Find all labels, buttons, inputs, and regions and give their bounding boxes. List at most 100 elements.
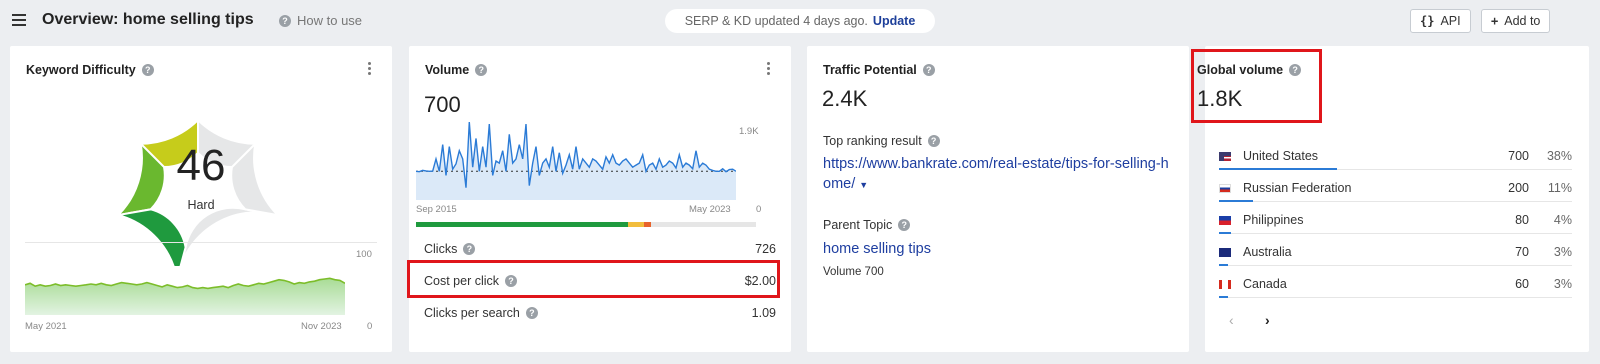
how-to-use-link[interactable]: ? How to use: [279, 13, 362, 28]
top-header: Overview: home selling tips ? How to use…: [0, 0, 1600, 44]
au-flag-icon: [1219, 248, 1231, 257]
country-volume: 200: [1508, 181, 1529, 195]
country-share-bar: [1219, 200, 1253, 202]
cpc-label: Cost per click: [424, 274, 500, 288]
divider: [1219, 297, 1572, 298]
code-braces-icon: {}: [1420, 14, 1435, 28]
help-icon[interactable]: ?: [525, 307, 538, 319]
add-to-button[interactable]: + Add to: [1481, 9, 1551, 33]
country-share: 11%: [1547, 181, 1572, 195]
help-icon[interactable]: ?: [927, 135, 940, 147]
country-name: Philippines: [1243, 213, 1304, 227]
cps-row: Clicks per search? 1.09: [424, 306, 776, 320]
country-name: Russian Federation: [1243, 181, 1352, 195]
volume-title: Volume ?: [425, 63, 488, 77]
global-title: Global volume ?: [1197, 63, 1302, 77]
country-share-bar: [1219, 264, 1228, 266]
api-button[interactable]: {} API: [1410, 9, 1471, 33]
help-icon[interactable]: ?: [505, 275, 518, 287]
kd-trend-start: May 2021: [25, 321, 67, 332]
api-label: API: [1440, 14, 1461, 28]
clicks-label: Clicks: [424, 242, 458, 256]
help-icon[interactable]: ?: [922, 64, 935, 76]
more-options-icon[interactable]: [767, 62, 771, 77]
help-icon: ?: [279, 14, 291, 27]
parent-topic-heading: Parent Topic ?: [823, 218, 911, 232]
intent-bar-segment: [416, 222, 628, 227]
clicks-row: Clicks? 726: [424, 242, 776, 256]
more-options-icon[interactable]: [368, 62, 372, 77]
help-icon[interactable]: ?: [463, 243, 476, 255]
divider: [1219, 265, 1572, 266]
serp-status-text: SERP & KD updated 4 days ago.: [684, 14, 868, 28]
country-share: 3%: [1553, 245, 1572, 259]
country-share: 38%: [1546, 149, 1572, 163]
kd-trend-max: 100: [356, 249, 372, 260]
country-share-bar: [1219, 168, 1337, 170]
country-share: 3%: [1553, 277, 1572, 291]
menu-icon[interactable]: [12, 14, 26, 26]
global-volume-card: Global volume ? 1.8K United States 700 38%…: [1191, 46, 1589, 352]
country-row[interactable]: Philippines 80 4%: [1219, 205, 1572, 237]
prev-page-icon[interactable]: ‹: [1229, 312, 1234, 328]
country-share-bar: [1219, 296, 1228, 298]
help-icon[interactable]: ?: [898, 219, 911, 231]
cps-label: Clicks per search: [424, 306, 520, 320]
volume-trend-area: [416, 122, 736, 200]
kd-value: 46: [176, 141, 226, 190]
top-result-link[interactable]: https://www.bankrate.com/real-estate/tip…: [823, 154, 1173, 195]
next-page-icon[interactable]: ›: [1265, 312, 1270, 328]
country-name: Australia: [1243, 245, 1292, 259]
global-title-label: Global volume: [1197, 63, 1284, 77]
parent-topic-link[interactable]: home selling tips: [823, 239, 931, 259]
traffic-potential-card: Traffic Potential ? 2.4K Top ranking res…: [807, 46, 1189, 352]
help-icon[interactable]: ?: [475, 64, 488, 76]
country-row[interactable]: United States 700 38%: [1219, 141, 1572, 173]
country-row[interactable]: Australia 70 3%: [1219, 237, 1572, 269]
country-share-bar: [1219, 232, 1231, 234]
volume-trend-chart: [416, 121, 736, 200]
kd-trend-chart: [25, 277, 345, 315]
volume-title-label: Volume: [425, 63, 470, 77]
volume-chart-end: May 2023: [689, 204, 731, 215]
chevron-down-icon[interactable]: ▼: [859, 180, 868, 190]
intent-bar-segment: [644, 222, 651, 227]
intent-bar-segment: [628, 222, 644, 227]
divider: [1219, 233, 1572, 234]
help-icon[interactable]: ?: [141, 64, 154, 76]
kd-title-label: Keyword Difficulty: [26, 63, 136, 77]
kd-trend-end: Nov 2023: [301, 321, 342, 332]
country-volume: 60: [1515, 277, 1529, 291]
top-result-heading: Top ranking result ?: [823, 134, 940, 148]
global-value: 1.8K: [1197, 86, 1243, 111]
intent-bar: [416, 222, 756, 227]
volume-chart-max: 1.9K: [739, 126, 759, 137]
divider: [1219, 201, 1572, 202]
cpc-row: Cost per click? $2.00: [424, 274, 776, 288]
ph-flag-icon: [1219, 216, 1231, 225]
update-button[interactable]: Update: [873, 14, 915, 28]
serp-status-banner: SERP & KD updated 4 days ago. Update: [665, 9, 935, 33]
traffic-title: Traffic Potential ?: [823, 63, 935, 77]
keyword-difficulty-card: Keyword Difficulty ? 46 Hard 100 0 May 2…: [10, 46, 392, 352]
country-share: 4%: [1553, 213, 1572, 227]
help-icon[interactable]: ?: [1289, 64, 1302, 76]
kd-title: Keyword Difficulty ?: [26, 63, 154, 77]
volume-chart-min: 0: [756, 204, 762, 215]
parent-topic-volume: Volume 700: [823, 266, 884, 278]
clicks-value: 726: [755, 242, 776, 256]
country-name: Canada: [1243, 277, 1287, 291]
plus-icon: +: [1491, 14, 1499, 28]
page-title: Overview: home selling tips: [42, 11, 254, 28]
kd-level-label: Hard: [187, 198, 215, 212]
volume-value: 700: [424, 92, 461, 117]
how-to-use-label: How to use: [297, 13, 363, 28]
top-result-url: https://www.bankrate.com/real-estate/tip…: [823, 156, 1169, 192]
country-row[interactable]: Canada 60 3%: [1219, 269, 1572, 301]
ca-flag-icon: [1219, 280, 1231, 289]
traffic-value: 2.4K: [822, 86, 868, 111]
cpc-value: $2.00: [744, 274, 776, 288]
country-row[interactable]: Russian Federation 200 11%: [1219, 173, 1572, 205]
traffic-title-label: Traffic Potential: [823, 63, 917, 77]
add-to-label: Add to: [1504, 14, 1541, 28]
